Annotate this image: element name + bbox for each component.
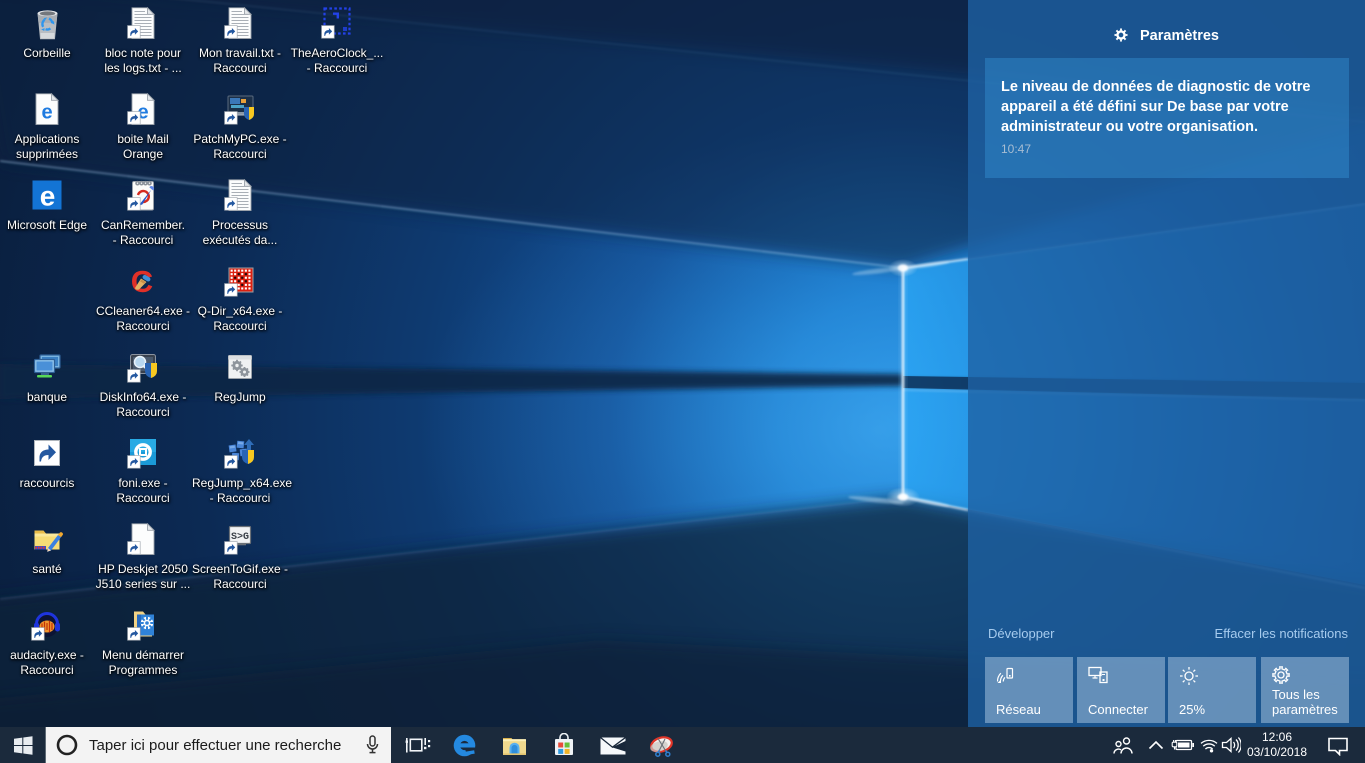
- svg-text:e: e: [40, 181, 56, 212]
